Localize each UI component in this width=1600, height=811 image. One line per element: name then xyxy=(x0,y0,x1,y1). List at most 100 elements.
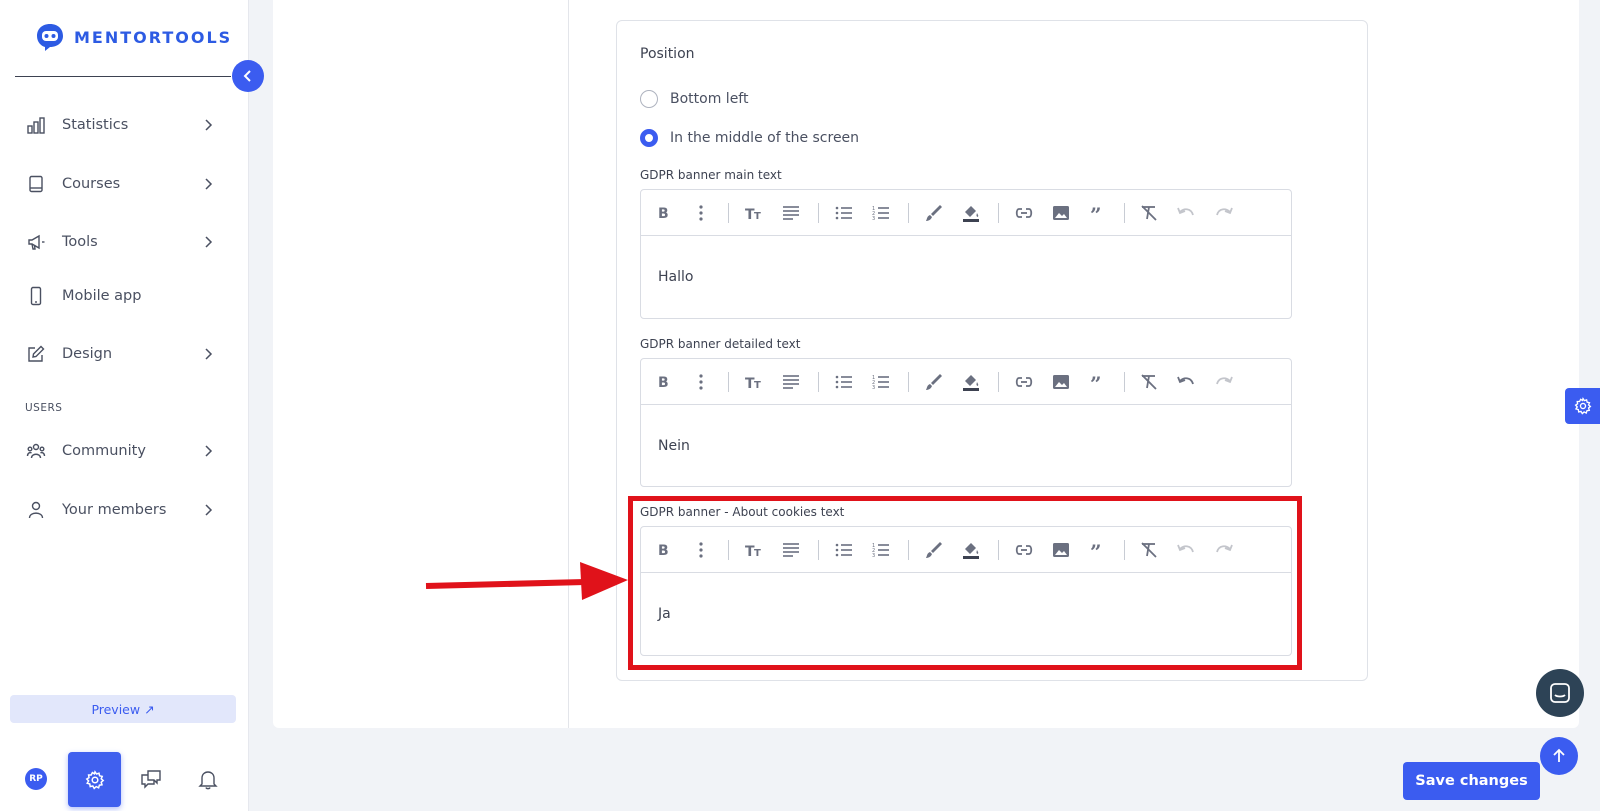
editor-main-text: B T T 1 2 3 ” Hallo xyxy=(640,189,1292,319)
sidebar-item-label: Community xyxy=(62,443,146,459)
redo-icon[interactable] xyxy=(1213,202,1235,224)
editor-content[interactable]: Nein xyxy=(641,405,1291,486)
paint-brush-icon[interactable] xyxy=(923,202,945,224)
bold-icon[interactable]: B xyxy=(653,202,675,224)
align-icon[interactable] xyxy=(780,202,802,224)
undo-icon[interactable] xyxy=(1175,371,1197,393)
logo[interactable]: MENTORTOOLS xyxy=(34,22,232,52)
radio-label: Bottom left xyxy=(670,91,749,107)
more-vertical-icon[interactable] xyxy=(690,202,712,224)
gear-icon xyxy=(1574,397,1591,415)
sidebar-item-label: Your members xyxy=(62,502,167,518)
avatar[interactable]: RP xyxy=(25,768,47,790)
position-title: Position xyxy=(640,46,695,62)
toolbar-separator xyxy=(908,372,909,392)
scroll-to-top-button[interactable] xyxy=(1540,737,1578,775)
toolbar-separator xyxy=(998,203,999,223)
font-size-icon[interactable]: TT xyxy=(743,371,765,393)
image-icon[interactable] xyxy=(1050,202,1072,224)
megaphone-icon xyxy=(26,232,46,252)
toolbar-separator xyxy=(728,203,729,223)
fill-color-icon[interactable] xyxy=(960,202,982,224)
chevron-right-icon xyxy=(205,119,213,131)
sidebar-item-your-members[interactable]: Your members xyxy=(0,490,249,530)
settings-button[interactable] xyxy=(68,752,121,807)
annotation-highlight-box xyxy=(628,496,1302,670)
align-icon[interactable] xyxy=(780,371,802,393)
save-changes-button[interactable]: Save changes xyxy=(1403,762,1540,800)
radio-bottom-left[interactable]: Bottom left xyxy=(640,88,748,110)
sidebar-item-courses[interactable]: Courses xyxy=(0,164,249,204)
numbered-list-icon[interactable]: 123 xyxy=(870,202,892,224)
svg-text:3: 3 xyxy=(872,216,875,222)
sidebar-divider xyxy=(15,76,231,77)
sidebar-item-tools[interactable]: Tools xyxy=(0,222,249,262)
svg-text:3: 3 xyxy=(872,385,875,391)
toolbar-separator xyxy=(818,203,819,223)
link-icon[interactable] xyxy=(1013,202,1035,224)
chevron-right-icon xyxy=(205,236,213,248)
toolbar-separator xyxy=(818,372,819,392)
chevron-left-icon xyxy=(243,70,251,82)
bullet-list-icon[interactable] xyxy=(833,371,855,393)
bell-icon[interactable] xyxy=(197,768,219,790)
redo-icon[interactable] xyxy=(1213,371,1235,393)
gear-icon xyxy=(85,769,104,790)
field-label-detailed-text: GDPR banner detailed text xyxy=(640,337,801,351)
font-size-icon[interactable]: TT xyxy=(743,202,765,224)
quote-icon[interactable]: ” xyxy=(1086,202,1108,224)
svg-text:B: B xyxy=(658,206,669,222)
bullet-list-icon[interactable] xyxy=(833,202,855,224)
bold-icon[interactable]: B xyxy=(653,371,675,393)
support-chat-button[interactable] xyxy=(1536,669,1584,717)
radio-button[interactable] xyxy=(640,90,658,108)
sidebar-item-label: Mobile app xyxy=(62,288,142,304)
toolbar-separator xyxy=(908,203,909,223)
svg-text:”: ” xyxy=(1090,203,1102,223)
image-icon[interactable] xyxy=(1050,371,1072,393)
radio-button-checked[interactable] xyxy=(640,129,658,147)
chat-icon[interactable] xyxy=(140,768,162,790)
sidebar-item-community[interactable]: Community xyxy=(0,431,249,471)
editor-toolbar: B T T 1 2 3 ” xyxy=(641,190,1291,236)
editor-content[interactable]: Hallo xyxy=(641,236,1291,318)
radio-label: In the middle of the screen xyxy=(670,130,860,146)
message-icon xyxy=(1550,683,1570,703)
clear-format-icon[interactable] xyxy=(1138,371,1160,393)
editor-detailed-text: B T T 1 2 3 ” Nein xyxy=(640,358,1292,487)
svg-text:T: T xyxy=(754,380,761,391)
svg-text:”: ” xyxy=(1090,372,1102,392)
book-icon xyxy=(26,174,46,194)
editor-toolbar: B T T 1 2 3 ” xyxy=(641,359,1291,405)
more-vertical-icon[interactable] xyxy=(690,371,712,393)
toolbar-separator xyxy=(1124,203,1125,223)
clear-format-icon[interactable] xyxy=(1138,202,1160,224)
pencil-icon xyxy=(26,344,46,364)
robot-logo-icon xyxy=(37,24,63,51)
quote-icon[interactable]: ” xyxy=(1086,371,1108,393)
link-icon[interactable] xyxy=(1013,371,1035,393)
svg-text:B: B xyxy=(658,375,669,391)
mobile-icon xyxy=(26,286,46,306)
fill-color-icon[interactable] xyxy=(960,371,982,393)
column-divider xyxy=(568,0,569,728)
sidebar-item-design[interactable]: Design xyxy=(0,334,249,374)
toolbar-separator xyxy=(728,372,729,392)
user-icon xyxy=(26,500,46,520)
settings-side-tab[interactable] xyxy=(1565,388,1600,424)
sidebar-bottom-bar: RP xyxy=(0,750,249,808)
sidebar-item-statistics[interactable]: Statistics xyxy=(0,105,249,145)
preview-button[interactable]: Preview ↗ xyxy=(10,695,236,723)
section-label-users: USERS xyxy=(25,402,63,414)
numbered-list-icon[interactable]: 123 xyxy=(870,371,892,393)
radio-middle-of-screen[interactable]: In the middle of the screen xyxy=(640,127,859,149)
sidebar-item-mobile-app[interactable]: Mobile app xyxy=(0,276,249,316)
chevron-right-icon xyxy=(205,504,213,516)
chevron-right-icon xyxy=(205,178,213,190)
paint-brush-icon[interactable] xyxy=(923,371,945,393)
people-icon xyxy=(26,441,46,461)
sidebar-item-label: Design xyxy=(62,346,113,362)
field-label-main-text: GDPR banner main text xyxy=(640,168,782,182)
collapse-sidebar-button[interactable] xyxy=(232,60,264,92)
undo-icon[interactable] xyxy=(1175,202,1197,224)
